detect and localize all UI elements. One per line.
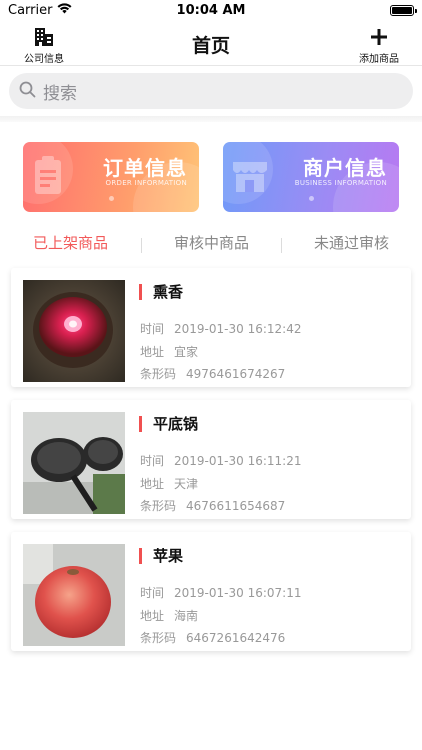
time-label: 时间 bbox=[140, 322, 165, 336]
clipboard-icon bbox=[29, 154, 69, 204]
barcode-label: 条形码 bbox=[140, 631, 177, 645]
barcode-value: 6467261642476 bbox=[186, 631, 286, 645]
battery-icon bbox=[390, 5, 417, 16]
address-label: 地址 bbox=[140, 477, 165, 491]
section-divider bbox=[0, 116, 422, 122]
search-input[interactable]: 搜索 bbox=[9, 73, 413, 109]
time-value: 2019-01-30 16:07:11 bbox=[174, 586, 302, 600]
address-value: 天津 bbox=[174, 477, 199, 491]
status-time: 10:04 AM bbox=[176, 3, 246, 18]
search-placeholder: 搜索 bbox=[43, 83, 77, 104]
product-address: 地址 宜家 bbox=[140, 343, 198, 360]
address-label: 地址 bbox=[140, 345, 165, 359]
product-address: 地址 天津 bbox=[140, 475, 198, 492]
product-barcode: 条形码 4676611654687 bbox=[140, 497, 285, 514]
time-value: 2019-01-30 16:12:42 bbox=[174, 322, 302, 336]
barcode-label: 条形码 bbox=[140, 499, 177, 513]
product-image bbox=[23, 544, 125, 646]
search-icon bbox=[19, 81, 36, 102]
product-card[interactable]: 熏香 时间 2019-01-30 16:12:42 地址 宜家 条形码 4976461… bbox=[11, 268, 411, 387]
order-info-title: 订单信息 bbox=[103, 156, 187, 180]
business-info-subtitle: BUSINESS INFORMATION bbox=[294, 179, 387, 187]
product-name: 苹果 bbox=[153, 547, 184, 565]
time-label: 时间 bbox=[140, 454, 165, 468]
address-value: 海南 bbox=[174, 609, 199, 623]
address-value: 宜家 bbox=[174, 345, 199, 359]
title-accent-bar bbox=[139, 284, 142, 300]
tab-listed-products[interactable]: 已上架商品 bbox=[0, 232, 141, 253]
product-card[interactable]: 苹果 时间 2019-01-30 16:07:11 地址 海南 条形码 6467261… bbox=[11, 532, 411, 651]
barcode-value: 4976461674267 bbox=[186, 367, 286, 381]
navigation-bar: 公司信息 首页 添加商品 bbox=[0, 22, 422, 66]
plus-icon bbox=[356, 24, 402, 50]
barcode-label: 条形码 bbox=[140, 367, 177, 381]
product-time: 时间 2019-01-30 16:12:42 bbox=[140, 320, 301, 337]
order-info-subtitle: ORDER INFORMATION bbox=[105, 179, 187, 187]
title-accent-bar bbox=[139, 548, 142, 564]
barcode-value: 4676611654687 bbox=[186, 499, 286, 513]
product-address: 地址 海南 bbox=[140, 607, 198, 624]
add-product-label: 添加商品 bbox=[359, 54, 399, 65]
product-image bbox=[23, 280, 125, 382]
product-status-tabs: 已上架商品 审核中商品 未通过审核 bbox=[0, 232, 422, 258]
product-name: 熏香 bbox=[153, 283, 184, 301]
store-icon bbox=[229, 154, 273, 202]
product-time: 时间 2019-01-30 16:11:21 bbox=[140, 452, 301, 469]
status-bar: Carrier 10:04 AM bbox=[0, 0, 422, 22]
business-info-title: 商户信息 bbox=[303, 156, 387, 180]
address-label: 地址 bbox=[140, 609, 165, 623]
tab-under-review[interactable]: 审核中商品 bbox=[141, 232, 282, 253]
add-product-button[interactable]: 添加商品 bbox=[356, 24, 402, 65]
product-barcode: 条形码 6467261642476 bbox=[140, 629, 285, 646]
time-label: 时间 bbox=[140, 586, 165, 600]
product-time: 时间 2019-01-30 16:07:11 bbox=[140, 584, 301, 601]
time-value: 2019-01-30 16:11:21 bbox=[174, 454, 302, 468]
product-card[interactable]: 平底锅 时间 2019-01-30 16:11:21 地址 天津 条形码 467661… bbox=[11, 400, 411, 519]
tab-rejected[interactable]: 未通过审核 bbox=[281, 232, 422, 253]
business-info-banner[interactable]: 商户信息 BUSINESS INFORMATION bbox=[223, 142, 399, 212]
title-accent-bar bbox=[139, 416, 142, 432]
product-barcode: 条形码 4976461674267 bbox=[140, 365, 285, 382]
product-image bbox=[23, 412, 125, 514]
product-name: 平底锅 bbox=[153, 415, 199, 433]
order-info-banner[interactable]: 订单信息 ORDER INFORMATION bbox=[23, 142, 199, 212]
